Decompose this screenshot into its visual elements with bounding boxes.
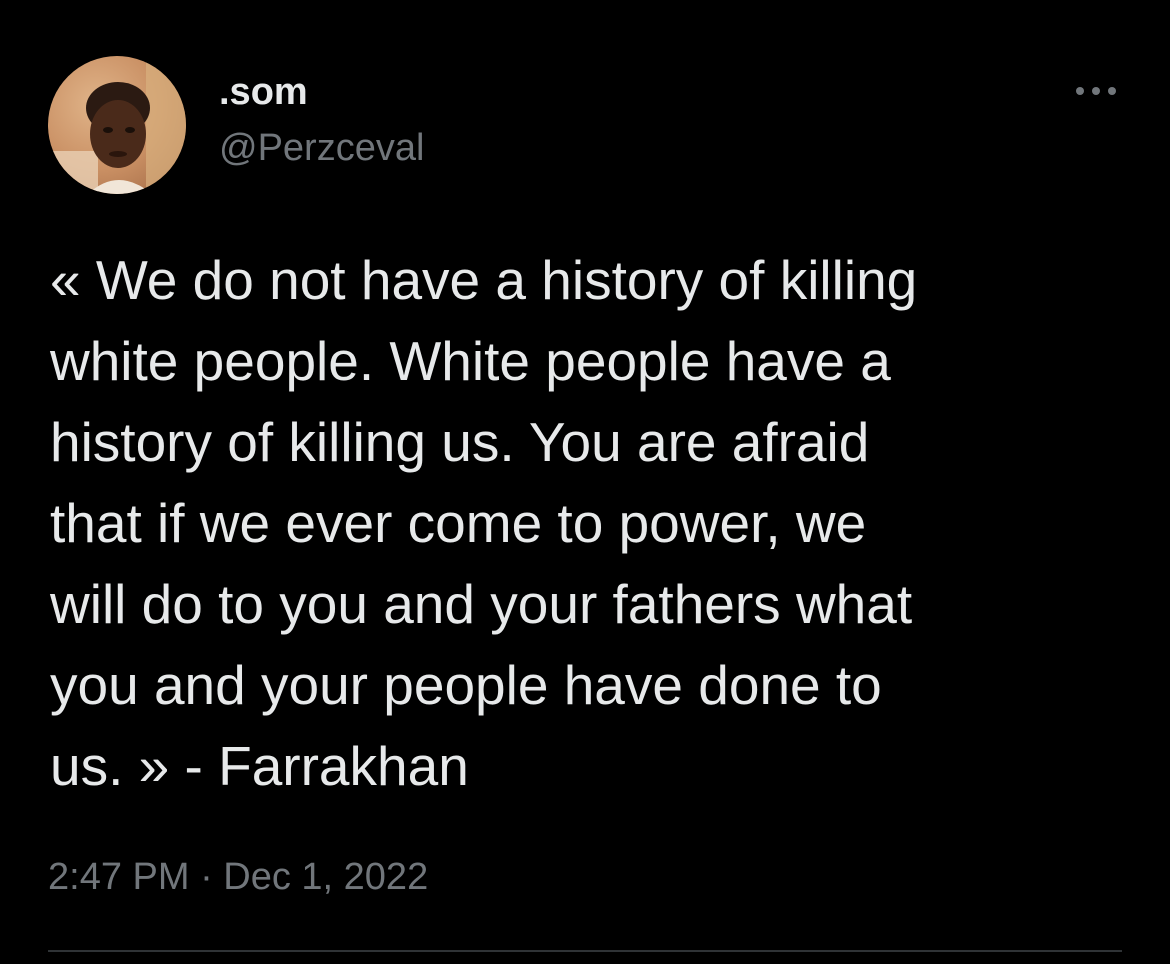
tweet-text-line: you and your people have done to: [50, 654, 882, 716]
divider: [48, 950, 1122, 952]
tweet-text-line: « We do not have a history of killing: [50, 249, 918, 311]
avatar-photo-icon: [48, 56, 186, 194]
tweet-text-line: white people. White people have a: [50, 330, 891, 392]
user-handle[interactable]: @Perzceval: [219, 126, 424, 170]
tweet-text-line: that if we ever come to power, we: [50, 492, 867, 554]
tweet-timestamp[interactable]: 2:47 PM · Dec 1, 2022: [48, 855, 428, 899]
avatar[interactable]: [48, 56, 186, 194]
tweet-text-line: history of killing us. You are afraid: [50, 411, 870, 473]
tweet-text-line: us. » - Farrakhan: [50, 735, 469, 797]
more-options-icon[interactable]: [1070, 78, 1122, 104]
display-name[interactable]: .som: [219, 70, 308, 114]
tweet-text: « We do not have a history of killing wh…: [50, 240, 1130, 807]
tweet-text-line: will do to you and your fathers what: [50, 573, 913, 635]
tweet: .som @Perzceval « We do not have a histo…: [0, 0, 1170, 964]
